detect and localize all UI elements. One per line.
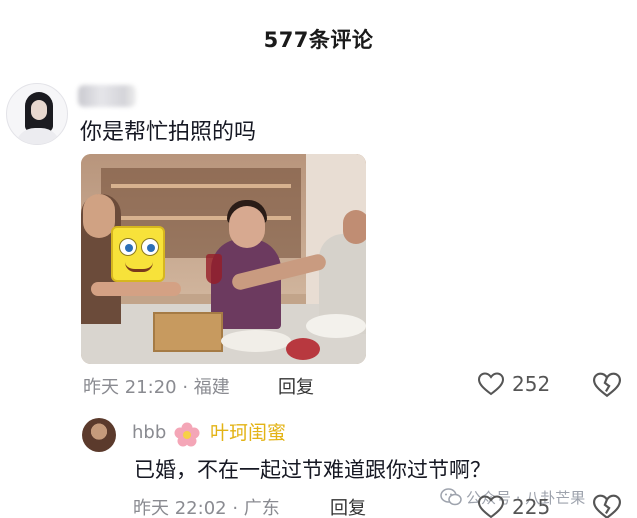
blurred-username [78,85,136,107]
comments-title: 577条评论 [263,28,374,52]
heart-icon [478,372,504,396]
reply-button[interactable]: 回复 [330,494,366,518]
comment-meta: 昨天 21:20 · 福建 [83,377,230,398]
avatar[interactable] [82,418,116,452]
like-button[interactable]: 252 [478,370,562,398]
user-tag: 叶珂闺蜜 [210,422,287,444]
reply-button[interactable]: 回复 [278,373,314,399]
like-button[interactable]: 225 [478,493,562,518]
broken-heart-icon[interactable] [593,493,621,518]
comment-photo[interactable] [81,154,366,364]
like-count: 225 [512,495,551,518]
flower-icon [174,422,200,447]
heart-icon [478,495,504,518]
spongebob-sticker-icon [111,226,165,282]
comment-meta: 昨天 22:02 · 广东 [133,498,280,518]
avatar[interactable] [6,83,68,145]
reply-text: 已婚，不在一起过节难道跟你过节啊？ [134,458,491,482]
like-count: 252 [512,372,551,396]
wechat-icon [440,488,462,506]
broken-heart-icon[interactable] [593,371,621,399]
comment-text: 你是帮忙拍照的吗 [80,120,257,145]
username[interactable]: hbb [132,422,166,443]
